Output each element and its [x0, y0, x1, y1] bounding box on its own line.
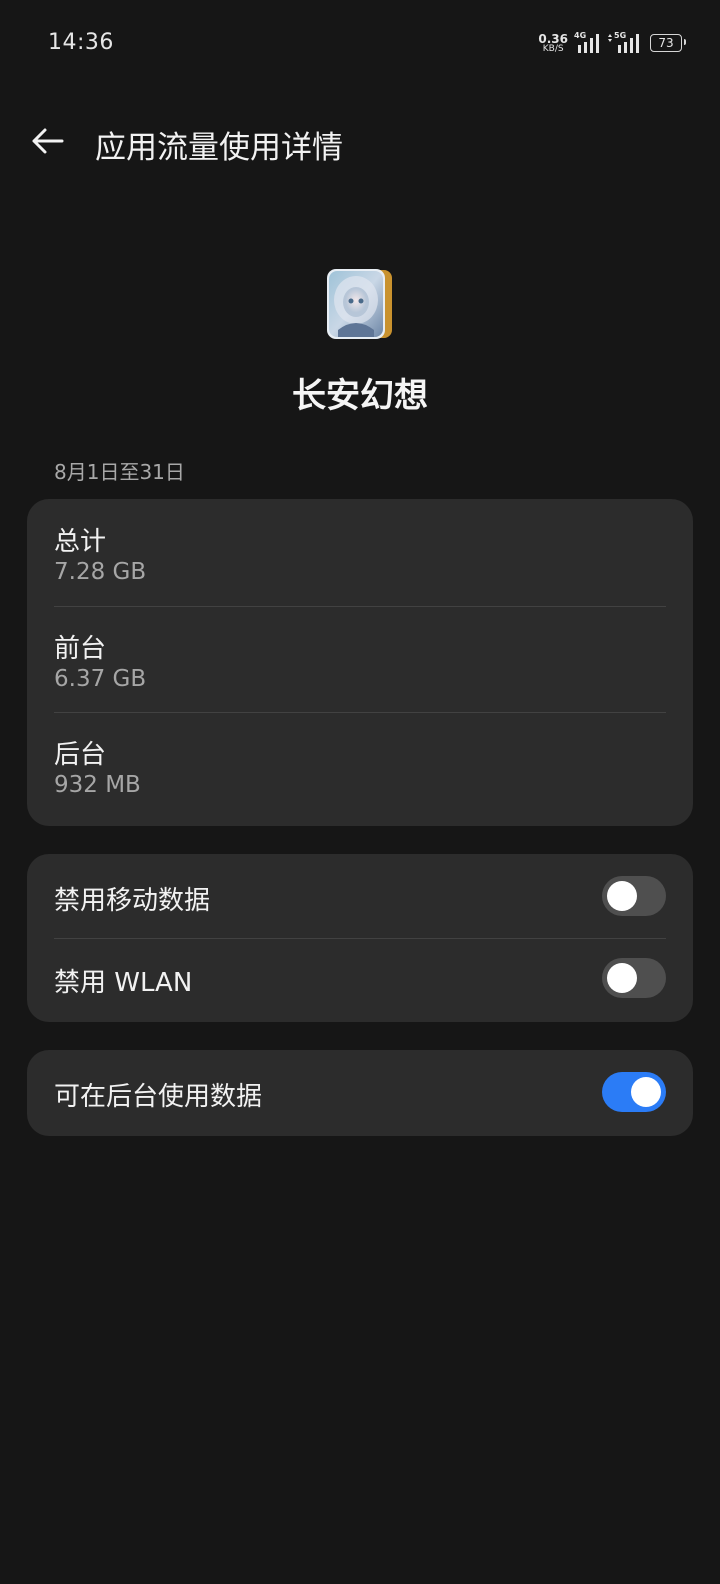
usage-label: 后台	[54, 740, 107, 770]
switch-knob	[631, 1077, 661, 1107]
usage-card: 总计 7.28 GB 前台 6.37 GB 后台 932 MB	[27, 499, 693, 826]
disable-mobile-data-switch[interactable]	[602, 876, 666, 916]
disable-wlan-switch[interactable]	[602, 958, 666, 998]
switch-knob	[607, 963, 637, 993]
status-bar: 14:36 0.36 KB/S 4G 5G 73	[0, 0, 720, 86]
usage-row-foreground: 前台 6.37 GB	[54, 606, 666, 712]
signal-5g-icon: 5G	[606, 31, 640, 53]
status-icons: 0.36 KB/S 4G 5G 73	[538, 30, 686, 56]
toggle-label: 禁用移动数据	[54, 886, 211, 916]
page-title: 应用流量使用详情	[95, 130, 343, 166]
battery-icon: 73	[650, 34, 686, 52]
signal-5g-label: 5G	[614, 31, 627, 40]
network-speed: 0.36 KB/S	[538, 33, 568, 54]
background-data-switch[interactable]	[602, 1072, 666, 1112]
status-time: 14:36	[48, 30, 114, 55]
toggle-label: 可在后台使用数据	[54, 1082, 263, 1112]
background-data-card: 可在后台使用数据	[27, 1050, 693, 1136]
usage-row-total: 总计 7.28 GB	[54, 499, 666, 605]
switch-knob	[607, 881, 637, 911]
network-speed-value: 0.36	[538, 31, 568, 46]
restrictions-card: 禁用移动数据 禁用 WLAN	[27, 854, 693, 1022]
background-data-row[interactable]: 可在后台使用数据	[54, 1052, 666, 1134]
arrow-left-icon	[32, 128, 64, 154]
disable-wlan-row[interactable]: 禁用 WLAN	[54, 938, 666, 1020]
toggle-label: 禁用 WLAN	[54, 968, 193, 998]
app-name: 长安幻想	[292, 376, 428, 416]
signal-4g-label: 4G	[574, 31, 587, 40]
network-speed-unit: KB/S	[542, 43, 564, 54]
app-bar: 应用流量使用详情	[0, 106, 720, 176]
usage-row-background: 后台 932 MB	[54, 712, 666, 818]
signal-4g-icon: 4G	[574, 31, 600, 53]
usage-value: 932 MB	[54, 772, 141, 798]
disable-mobile-data-row[interactable]: 禁用移动数据	[54, 856, 666, 938]
usage-value: 6.37 GB	[54, 666, 147, 692]
usage-label: 前台	[54, 634, 107, 664]
usage-label: 总计	[54, 527, 107, 557]
date-range: 8月1日至31日	[54, 460, 185, 484]
back-button[interactable]	[26, 120, 68, 162]
usage-value: 7.28 GB	[54, 559, 147, 585]
app-icon	[326, 268, 394, 342]
